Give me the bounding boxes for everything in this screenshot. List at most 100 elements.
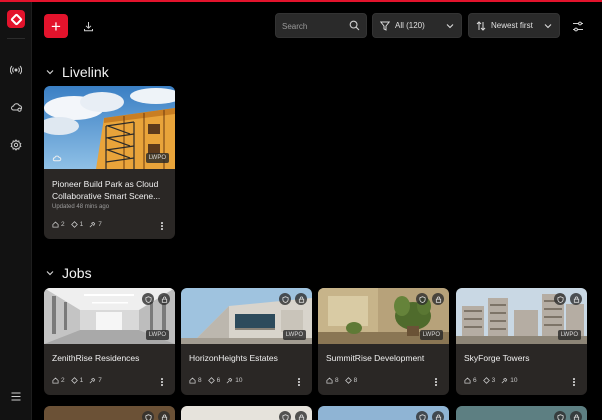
card-title: HorizonHeights Estates [189, 353, 278, 363]
pin-icon [89, 377, 96, 384]
stat-value: 7 [98, 221, 102, 228]
stat-value: 6 [473, 377, 477, 384]
lock-icon [295, 411, 307, 420]
stat-value: 8 [335, 377, 339, 384]
job-card[interactable]: LWPO HorizonHeights Estates 8 6 10 [181, 288, 312, 395]
pin-icon [226, 377, 233, 384]
diamond-icon [482, 377, 490, 384]
lock-icon [432, 293, 444, 305]
filter-icon [380, 21, 390, 31]
home-icon [189, 377, 196, 384]
card-badge: LWPO [282, 330, 306, 340]
job-card[interactable]: LWPO SkyForge Towers 6 3 10 [456, 288, 587, 395]
shield-icon [279, 411, 291, 420]
lock-icon [158, 293, 170, 305]
lock-icon [158, 411, 170, 420]
search-input[interactable] [282, 18, 348, 34]
filter-label: All (120) [395, 21, 425, 30]
lock-icon [432, 411, 444, 420]
card-title: Pioneer Build Park as Cloud Collaborativ… [52, 179, 161, 201]
shield-icon [142, 293, 154, 305]
card-thumbnail [318, 406, 449, 420]
sort-label: Newest first [491, 21, 533, 30]
cloud-gear-icon[interactable] [8, 99, 24, 115]
diamond-icon [70, 221, 78, 228]
job-card[interactable]: LWPO ZenithRise Residences 2 1 7 [44, 288, 175, 395]
card-title: SkyForge Towers [464, 353, 530, 363]
antenna-icon[interactable] [8, 62, 24, 78]
lock-icon [570, 411, 582, 420]
card-thumbnail [44, 406, 175, 420]
chevron-down-icon[interactable] [44, 66, 56, 78]
more-icon[interactable] [295, 377, 303, 387]
diamond-icon [344, 377, 352, 384]
job-card[interactable] [181, 406, 312, 420]
home-icon [52, 221, 59, 228]
pin-icon [501, 377, 508, 384]
lock-icon [295, 293, 307, 305]
tune-icon [573, 21, 583, 31]
cloud-gear-icon [51, 152, 63, 164]
search-box[interactable] [275, 13, 367, 38]
accent-top-line [0, 0, 602, 2]
shield-icon [279, 293, 291, 305]
shield-icon [554, 411, 566, 420]
card-title: SummitRise Development [326, 353, 425, 363]
lock-icon [570, 293, 582, 305]
card-stats: 6 3 10 [464, 377, 523, 384]
stat-value: 7 [98, 377, 102, 384]
more-icon[interactable] [158, 221, 166, 231]
app-logo-icon[interactable] [7, 10, 25, 28]
job-card[interactable]: LWPO SummitRise Development 8 8 [318, 288, 449, 395]
shield-icon [142, 411, 154, 420]
more-icon[interactable] [158, 377, 166, 387]
home-icon [464, 377, 471, 384]
stat-value: 8 [353, 377, 358, 384]
view-options-button[interactable] [569, 17, 587, 35]
card-badge: LWPO [145, 330, 169, 340]
settings-icon[interactable] [8, 137, 24, 153]
add-button[interactable]: + [44, 14, 68, 38]
home-icon [326, 377, 333, 384]
sort-icon [476, 20, 486, 31]
job-card[interactable] [44, 406, 175, 420]
job-card[interactable] [456, 406, 587, 420]
download-icon [83, 21, 93, 31]
filter-select[interactable]: All (120) [372, 13, 462, 38]
download-button[interactable] [78, 16, 98, 36]
stat-value: 10 [510, 377, 518, 384]
job-card[interactable] [318, 406, 449, 420]
diamond-icon [207, 377, 215, 384]
pin-icon [89, 221, 96, 228]
more-icon[interactable] [432, 377, 440, 387]
home-icon [52, 377, 59, 384]
stat-value: 2 [61, 221, 65, 228]
stat-value: 6 [216, 377, 221, 384]
chevron-down-icon [544, 23, 552, 28]
card-thumbnail [456, 406, 587, 420]
stat-value: 8 [198, 377, 202, 384]
card-stats: 2 1 7 [52, 221, 108, 228]
livelink-section-header[interactable]: Livelink [44, 64, 109, 80]
card-stats: 8 8 [326, 377, 363, 384]
jobs-section-header[interactable]: Jobs [44, 265, 92, 281]
card-stats: 2 1 7 [52, 377, 108, 384]
stat-value: 3 [491, 377, 496, 384]
stat-value: 1 [79, 221, 84, 228]
more-icon[interactable] [570, 377, 578, 387]
card-badge: LWPO [145, 153, 169, 163]
chevron-down-icon[interactable] [44, 267, 56, 279]
diamond-icon [70, 377, 78, 384]
stat-value: 2 [61, 377, 65, 384]
card-thumbnail [181, 406, 312, 420]
stat-value: 10 [235, 377, 243, 384]
section-title: Livelink [62, 64, 109, 80]
card-title: ZenithRise Residences [52, 353, 140, 363]
shield-icon [554, 293, 566, 305]
livelink-card[interactable]: LWPO Pioneer Build Park as Cloud Collabo… [44, 86, 175, 239]
shield-icon [416, 411, 428, 420]
card-badge: LWPO [557, 330, 581, 340]
menu-icon[interactable] [8, 388, 24, 404]
sort-select[interactable]: Newest first [468, 13, 560, 38]
search-icon[interactable] [349, 20, 360, 31]
